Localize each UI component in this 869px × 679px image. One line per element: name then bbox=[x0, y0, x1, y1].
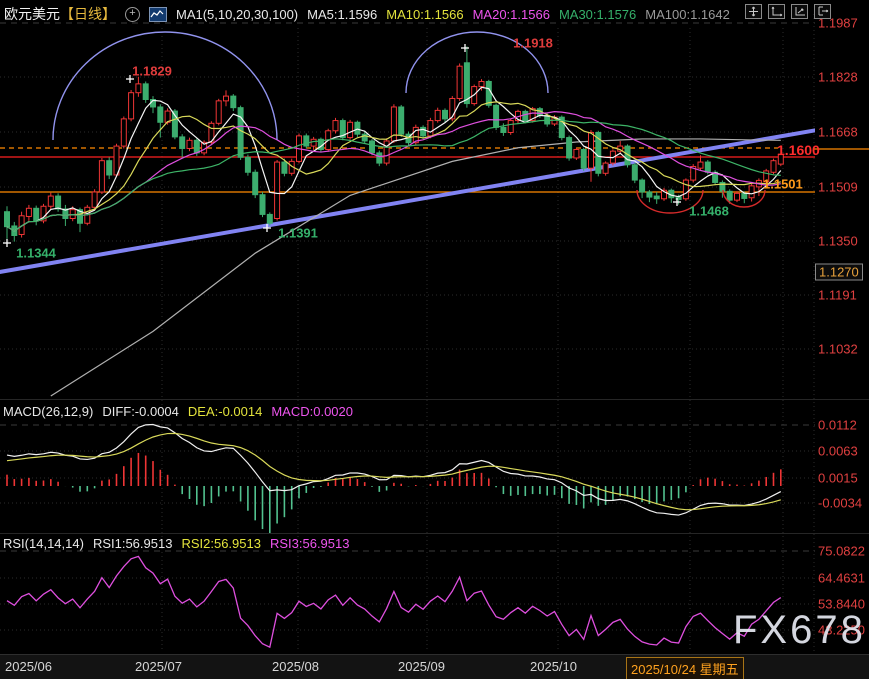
macd-value: MACD:0.0020 bbox=[271, 404, 353, 419]
ma-settings-label: MA1(5,10,20,30,100) bbox=[176, 7, 298, 22]
macd-settings-label: MACD(26,12,9) bbox=[3, 404, 93, 419]
axis-shift-icon[interactable] bbox=[814, 4, 831, 19]
ma5-value: MA5:1.1596 bbox=[307, 7, 377, 22]
ma30-value: MA30:1.1576 bbox=[559, 7, 636, 22]
watermark: FX678 bbox=[733, 608, 866, 653]
rsi-header: RSI(14,14,14) RSI1:56.9513 RSI2:56.9513 … bbox=[3, 536, 349, 551]
macd-diff-value: DIFF:-0.0004 bbox=[102, 404, 179, 419]
date-axis: 2025/10/24 星期五 2025/06 2025/07 2025/08 2025… bbox=[0, 654, 869, 679]
trading-chart-app: 1.19871.18281.16681.15091.13501.11911.10… bbox=[0, 0, 869, 679]
symbol-name: 欧元美元 bbox=[4, 6, 60, 22]
axis-zoom-icon[interactable] bbox=[768, 4, 785, 19]
date-axis-label: 2025/10 bbox=[530, 659, 577, 674]
ma100-value: MA100:1.1642 bbox=[645, 7, 730, 22]
date-axis-label: 2025/09 bbox=[398, 659, 445, 674]
period-label: 【日线】 bbox=[60, 6, 116, 22]
macd-dea-value: DEA:-0.0014 bbox=[188, 404, 262, 419]
date-axis-label: 2025/07 bbox=[135, 659, 182, 674]
rsi3-value: RSI3:56.9513 bbox=[270, 536, 350, 551]
ma10-value: MA10:1.1566 bbox=[386, 7, 463, 22]
rsi-settings-label: RSI(14,14,14) bbox=[3, 536, 84, 551]
ma20-value: MA20:1.1566 bbox=[473, 7, 550, 22]
add-indicator-icon[interactable]: + bbox=[125, 7, 140, 22]
macd-header: MACD(26,12,9) DIFF:-0.0004 DEA:-0.0014 M… bbox=[3, 404, 353, 419]
date-axis-label: 2025/08 bbox=[272, 659, 319, 674]
main-chart[interactable] bbox=[0, 0, 869, 679]
date-axis-label: 2025/06 bbox=[5, 659, 52, 674]
chart-toolbar bbox=[745, 4, 831, 19]
axis-scale-icon[interactable] bbox=[791, 4, 808, 19]
chart-header: 欧元美元【日线】 + MA1(5,10,20,30,100) MA5:1.159… bbox=[4, 4, 730, 24]
rsi1-value: RSI1:56.9513 bbox=[93, 536, 173, 551]
crosshair-move-icon[interactable] bbox=[745, 4, 762, 19]
rsi2-value: RSI2:56.9513 bbox=[181, 536, 261, 551]
chart-type-icon[interactable] bbox=[149, 7, 167, 22]
current-date-badge: 2025/10/24 星期五 bbox=[626, 657, 744, 679]
